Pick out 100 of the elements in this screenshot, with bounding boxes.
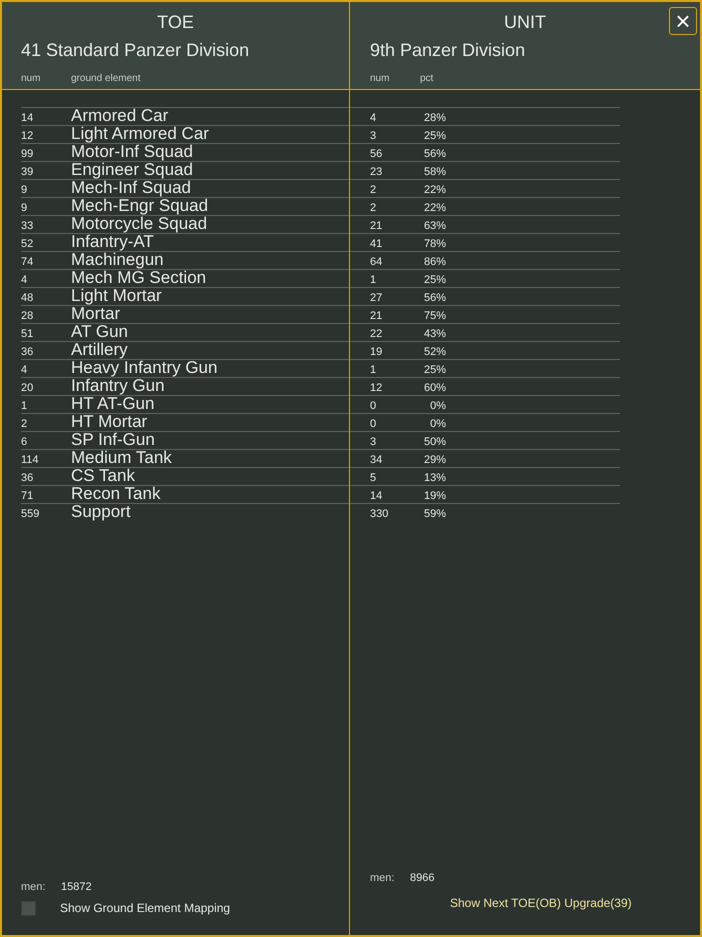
table-cell-text: 12 bbox=[370, 381, 384, 395]
table-cell: Motor-Inf Squad bbox=[71, 143, 193, 161]
table-cell-text: 43% bbox=[422, 327, 446, 341]
column-header: num bbox=[370, 72, 390, 86]
table-cell-text: 99 bbox=[21, 147, 34, 161]
template-name: 41 Standard Panzer Division bbox=[21, 40, 250, 60]
upgrade-link[interactable]: Show Next TOE(OB) Upgrade(39) bbox=[450, 896, 632, 910]
table-cell-text: 4 bbox=[21, 273, 28, 287]
table-cell: Heavy Infantry Gun bbox=[71, 359, 218, 377]
table-cell-text: 25% bbox=[422, 273, 446, 287]
table-cell-text: 3 bbox=[370, 129, 378, 143]
table-cell-text: 22 bbox=[370, 327, 384, 341]
table-cell-text: 6 bbox=[21, 435, 28, 449]
table-cell-text: 56 bbox=[370, 147, 384, 161]
table-cell: HT Mortar bbox=[71, 413, 148, 431]
close-button[interactable]: × bbox=[669, 7, 697, 35]
table-cell-text: 0% bbox=[429, 417, 446, 431]
table-cell: Mortar bbox=[71, 305, 120, 323]
table-cell-text: 33 bbox=[21, 219, 34, 233]
table-cell-text: 4 bbox=[370, 111, 378, 125]
table-cell-text: 4 bbox=[21, 363, 28, 377]
table-cell-text: 59% bbox=[422, 507, 446, 521]
table-cell-text: 20 bbox=[21, 381, 34, 395]
table-cell-text: 9 bbox=[21, 201, 28, 215]
table-cell-text: 3 bbox=[370, 435, 378, 449]
table-cell-text: 28 bbox=[21, 309, 34, 323]
table-cell-text: 19 bbox=[370, 345, 384, 359]
checkbox-label: Show Ground Element Mapping bbox=[60, 900, 230, 917]
men-count: 15872 bbox=[61, 880, 92, 894]
table-cell: Mech MG Section bbox=[71, 269, 206, 287]
table-cell: Support bbox=[71, 503, 131, 521]
table-cell-text: 23 bbox=[370, 165, 384, 179]
table-cell-text: 330 bbox=[370, 507, 390, 521]
table-cell-text: 22% bbox=[422, 183, 446, 197]
table-cell-text: 51 bbox=[21, 327, 34, 341]
table-cell-text: 86% bbox=[422, 255, 446, 269]
table-cell-text: 9 bbox=[21, 183, 28, 197]
panel-heading: TOE bbox=[157, 11, 194, 33]
men-label: men: bbox=[21, 880, 46, 894]
column-header: pct bbox=[420, 72, 434, 86]
table-cell-text: 36 bbox=[21, 345, 34, 359]
table-cell-text: 75% bbox=[422, 309, 446, 323]
table-cell-text: 48 bbox=[21, 291, 34, 305]
panel-heading: UNIT bbox=[504, 11, 546, 33]
table-cell-text: 1 bbox=[370, 363, 378, 377]
table-cell: Armored Car bbox=[71, 107, 168, 125]
table-cell-text: 39 bbox=[21, 165, 34, 179]
table-cell-text: 25% bbox=[422, 363, 446, 377]
table-cell-text: 1 bbox=[370, 273, 378, 287]
table-cell: Machinegun bbox=[71, 251, 164, 269]
table-cell-text: 52% bbox=[422, 345, 446, 359]
table-cell: Artillery bbox=[71, 341, 128, 359]
table-cell-text: 28% bbox=[422, 111, 446, 125]
table-cell-text: 63% bbox=[422, 219, 446, 233]
table-cell: Mech-Engr Squad bbox=[71, 197, 208, 215]
table-cell: HT AT-Gun bbox=[71, 395, 154, 413]
table-cell-text: 71 bbox=[21, 489, 34, 503]
table-cell-text: 2 bbox=[21, 417, 28, 431]
table-cell: Engineer Squad bbox=[71, 161, 193, 179]
men-count: 8966 bbox=[410, 870, 434, 886]
table-cell-text: 25% bbox=[422, 129, 446, 143]
table-cell-text: 559 bbox=[21, 507, 40, 521]
table-cell-text: 60% bbox=[422, 381, 446, 395]
table-cell-text: 0 bbox=[370, 399, 378, 413]
table-cell-text: 78% bbox=[422, 237, 446, 251]
table-cell-text: 114 bbox=[21, 453, 40, 467]
table-cell-text: 14 bbox=[21, 111, 34, 125]
table-cell-text: 5 bbox=[370, 471, 378, 485]
table-cell: Medium Tank bbox=[71, 449, 172, 467]
table-cell-text: 13% bbox=[422, 471, 446, 485]
table-cell-text: 19% bbox=[422, 489, 446, 503]
table-cell: Infantry-AT bbox=[71, 233, 154, 251]
table-cell: Motorcycle Squad bbox=[71, 215, 208, 233]
table-cell-text: 41 bbox=[370, 237, 384, 251]
table-cell-text: 2 bbox=[370, 183, 378, 197]
table-cell-text: 74 bbox=[21, 255, 34, 269]
table-cell-text: 58% bbox=[422, 165, 446, 179]
table-cell: Recon Tank bbox=[71, 485, 160, 503]
checkbox[interactable] bbox=[21, 900, 36, 916]
table-cell-text: 36 bbox=[21, 471, 34, 485]
table-cell-text: 27 bbox=[370, 291, 384, 305]
table-cell-text: 56% bbox=[422, 291, 446, 305]
table-cell: Mech-Inf Squad bbox=[71, 179, 192, 197]
table-cell-text: 21 bbox=[370, 219, 384, 233]
table-cell: Light Mortar bbox=[71, 287, 162, 305]
table-cell-text: 29% bbox=[422, 453, 446, 467]
table-cell-text: 34 bbox=[370, 453, 384, 467]
unit-name: 9th Panzer Division bbox=[370, 40, 526, 60]
table-cell-text: 50% bbox=[422, 435, 446, 449]
table-cell-text: 64 bbox=[370, 255, 384, 269]
table-cell-text: 0 bbox=[370, 417, 378, 431]
table-cell: CS Tank bbox=[71, 467, 135, 485]
table-cell: AT Gun bbox=[71, 323, 128, 341]
table-cell-text: 0% bbox=[429, 399, 446, 413]
table-cell-text: 1 bbox=[21, 399, 28, 413]
table-cell-text: 21 bbox=[370, 309, 384, 323]
table-cell: Infantry Gun bbox=[71, 377, 165, 395]
column-header: num bbox=[21, 72, 42, 86]
table-cell-text: 56% bbox=[422, 147, 446, 161]
table-cell: SP Inf-Gun bbox=[71, 431, 155, 449]
